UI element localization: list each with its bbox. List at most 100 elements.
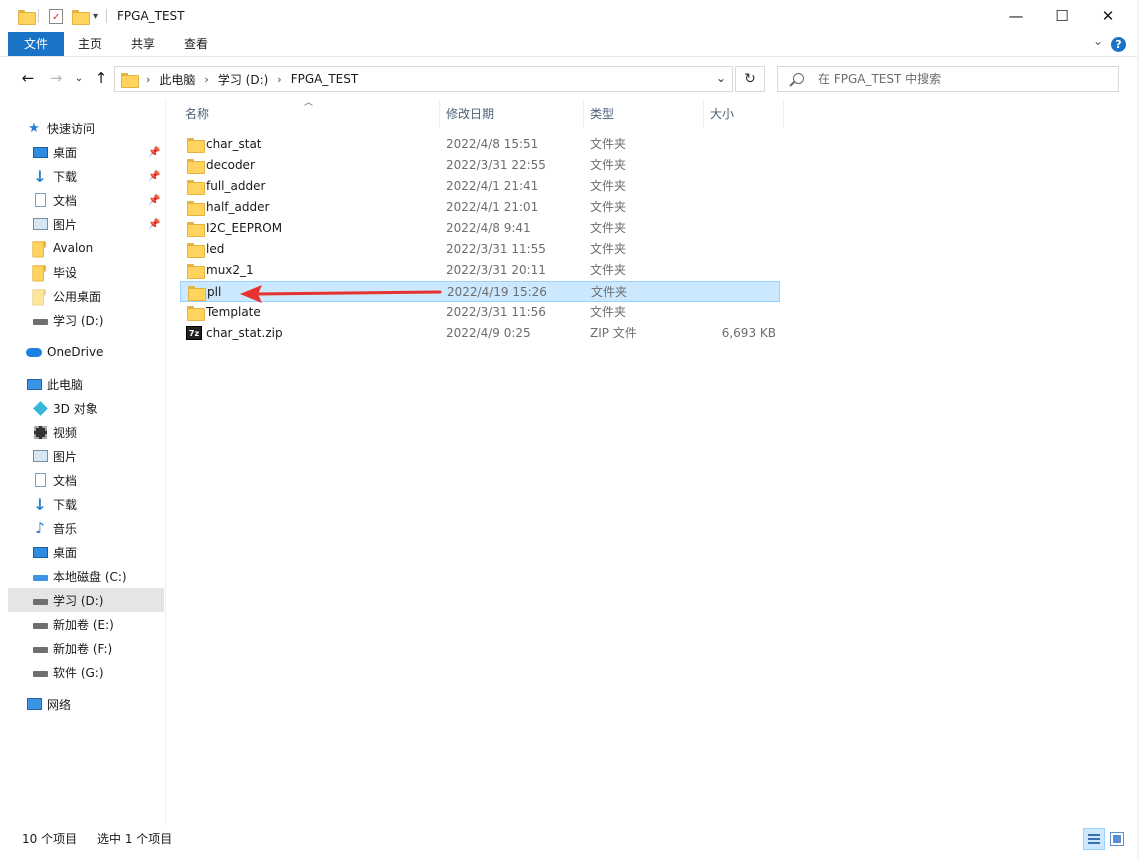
pin-icon: 📌 — [148, 146, 161, 158]
sidebar-item-avalon[interactable]: Avalon — [32, 236, 188, 260]
folder-icon — [188, 286, 206, 301]
maximize-button[interactable]: ☐ — [1039, 0, 1085, 32]
sidebar-network[interactable]: 网络 — [26, 692, 182, 716]
sidebar-item-pc-documents[interactable]: 文档 — [32, 468, 188, 492]
search-input[interactable]: 在 FPGA_TEST 中搜索 — [818, 67, 941, 91]
search-icon — [793, 73, 804, 84]
sidebar-item-drive-f[interactable]: 新加卷 (F:) — [32, 636, 188, 660]
tab-share[interactable]: 共享 — [123, 32, 163, 56]
file-date: 2022/4/8 15:51 — [446, 137, 539, 151]
item-count: 10 个项目 — [22, 832, 78, 846]
new-folder-icon[interactable] — [72, 0, 90, 32]
drive-icon — [32, 568, 48, 584]
table-row-selected[interactable]: pll 2022/4/19 15:26 文件夹 — [180, 281, 780, 302]
sidebar-item-drive-g[interactable]: 软件 (G:) — [32, 660, 188, 684]
sidebar-item-graduation[interactable]: 毕设 — [32, 260, 188, 284]
sidebar-item-pc-desktop[interactable]: 桌面 — [32, 540, 188, 564]
back-button[interactable]: ← — [17, 66, 39, 90]
file-name: decoder — [206, 158, 255, 172]
sidebar-item-downloads[interactable]: ↓ 下载 📌 — [32, 164, 188, 188]
sidebar-item-pc-downloads[interactable]: ↓ 下载 — [32, 492, 188, 516]
file-type: 文件夹 — [590, 263, 627, 277]
help-icon[interactable]: ? — [1111, 37, 1126, 52]
address-dropdown-icon[interactable]: ⌄ — [716, 71, 726, 85]
file-date: 2022/3/31 22:55 — [446, 158, 546, 172]
sidebar-this-pc[interactable]: 此电脑 — [26, 372, 182, 396]
folder-icon — [187, 159, 205, 174]
folder-icon — [187, 138, 205, 153]
recent-locations-button[interactable]: ⌄ — [68, 66, 90, 90]
table-row[interactable]: half_adder 2022/4/1 21:01 文件夹 — [180, 197, 780, 218]
expand-ribbon-icon[interactable]: ⌄ — [1093, 34, 1103, 48]
folder-icon — [121, 72, 139, 88]
sidebar-item-desktop[interactable]: 桌面 📌 — [32, 140, 188, 164]
pin-icon: 📌 — [148, 218, 161, 230]
cube-icon — [32, 400, 48, 416]
breadcrumb-drive-d[interactable]: 学习 (D:) — [218, 71, 268, 88]
table-row[interactable]: led 2022/3/31 11:55 文件夹 — [180, 239, 780, 260]
details-view-button[interactable] — [1083, 828, 1105, 850]
sidebar-item-pictures[interactable]: 图片 📌 — [32, 212, 188, 236]
table-row[interactable]: char_stat 2022/4/8 15:51 文件夹 — [180, 134, 780, 155]
sidebar-item-videos[interactable]: 视频 — [32, 420, 188, 444]
zip-archive-icon: 7z — [186, 326, 202, 340]
tab-home[interactable]: 主页 — [70, 32, 110, 56]
table-row[interactable]: I2C_EEPROM 2022/4/8 9:41 文件夹 — [180, 218, 780, 239]
column-header-type[interactable]: 类型 — [584, 101, 704, 127]
column-header-size[interactable]: 大小 — [704, 101, 784, 127]
sidebar-onedrive[interactable]: OneDrive — [26, 340, 182, 364]
details-view-icon — [1088, 834, 1100, 844]
sidebar-item-public-desktop[interactable]: 公用桌面 — [32, 284, 188, 308]
column-header-date[interactable]: 修改日期 — [440, 101, 584, 127]
sidebar-item-drive-e[interactable]: 新加卷 (E:) — [32, 612, 188, 636]
cloud-icon — [26, 344, 42, 360]
close-button[interactable]: ✕ — [1085, 0, 1131, 32]
drive-icon — [32, 592, 48, 608]
pin-icon: 📌 — [148, 170, 161, 182]
folder-icon — [187, 264, 205, 279]
properties-icon[interactable]: ✓ — [49, 0, 63, 32]
minimize-button[interactable]: — — [993, 0, 1039, 32]
large-icons-view-button[interactable] — [1106, 828, 1128, 850]
file-type: 文件夹 — [590, 221, 627, 235]
up-button[interactable]: ↑ — [90, 66, 112, 90]
file-type: 文件夹 — [590, 158, 627, 172]
file-name: mux2_1 — [206, 263, 254, 277]
search-box[interactable]: 在 FPGA_TEST 中搜索 — [777, 66, 1119, 92]
file-date: 2022/4/8 9:41 — [446, 221, 531, 235]
table-row[interactable]: mux2_1 2022/3/31 20:11 文件夹 — [180, 260, 780, 281]
refresh-button[interactable]: ↻ — [735, 66, 765, 92]
tab-view[interactable]: 查看 — [176, 32, 216, 56]
table-row[interactable]: full_adder 2022/4/1 21:41 文件夹 — [180, 176, 780, 197]
forward-button[interactable]: → — [45, 66, 67, 90]
file-name: led — [206, 242, 225, 256]
address-bar[interactable]: › 此电脑 › 学习 (D:) › FPGA_TEST ⌄ — [114, 66, 733, 92]
column-header-name[interactable]: 名称 — [179, 101, 440, 127]
window-title: FPGA_TEST — [117, 9, 185, 23]
file-date: 2022/4/9 0:25 — [446, 326, 531, 340]
download-icon: ↓ — [33, 166, 47, 186]
sidebar-item-3d-objects[interactable]: 3D 对象 — [32, 396, 188, 420]
tab-file[interactable]: 文件 — [8, 32, 64, 56]
breadcrumb-separator: › — [277, 72, 282, 86]
sidebar-item-drive-d-quick[interactable]: 学习 (D:) — [32, 308, 188, 332]
sidebar-item-documents[interactable]: 文档 📌 — [32, 188, 188, 212]
star-icon: ★ — [28, 120, 40, 136]
folder-icon — [32, 240, 48, 256]
sidebar-item-drive-d[interactable]: 学习 (D:) — [8, 588, 164, 612]
table-row[interactable]: 7z char_stat.zip 2022/4/9 0:25 ZIP 文件 6,… — [180, 323, 780, 344]
breadcrumb-this-pc[interactable]: 此电脑 — [159, 71, 195, 88]
sidebar-item-pc-pictures[interactable]: 图片 — [32, 444, 188, 468]
file-name: I2C_EEPROM — [206, 221, 283, 235]
table-row[interactable]: Template 2022/3/31 11:56 文件夹 — [180, 302, 780, 323]
drive-icon — [32, 312, 48, 328]
folder-icon — [187, 222, 205, 237]
document-icon — [32, 472, 48, 488]
sidebar-item-drive-c[interactable]: 本地磁盘 (C:) — [32, 564, 188, 588]
sidebar-item-music[interactable]: ♪ 音乐 — [32, 516, 188, 540]
sidebar-quick-access[interactable]: ★ 快速访问 — [26, 116, 182, 140]
customize-toolbar-icon[interactable]: ▾ — [93, 0, 98, 32]
table-row[interactable]: decoder 2022/3/31 22:55 文件夹 — [180, 155, 780, 176]
breadcrumb-fpga-test[interactable]: FPGA_TEST — [291, 72, 359, 86]
large-icons-view-icon — [1110, 832, 1124, 846]
